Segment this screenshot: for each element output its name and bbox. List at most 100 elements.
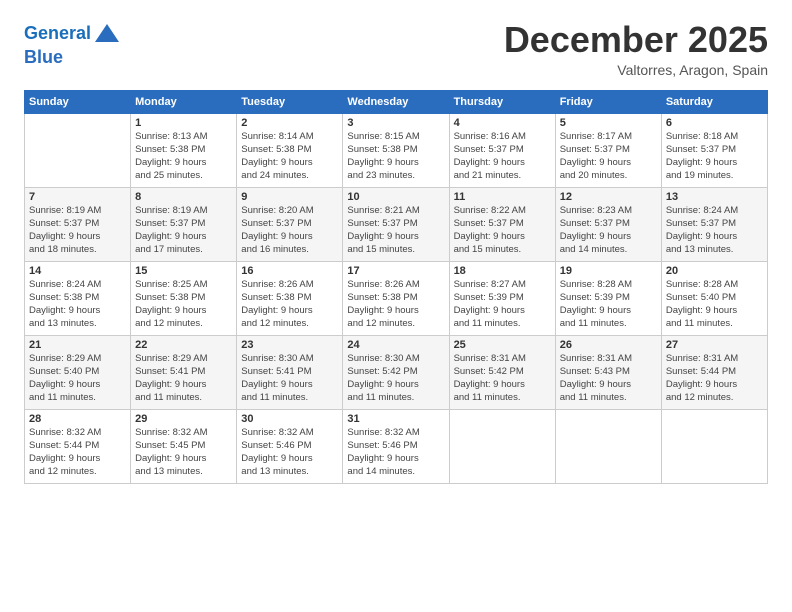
day-number: 10 <box>347 191 444 203</box>
calendar-cell <box>661 409 767 483</box>
calendar-cell: 15Sunrise: 8:25 AMSunset: 5:38 PMDayligh… <box>131 261 237 335</box>
calendar-cell: 24Sunrise: 8:30 AMSunset: 5:42 PMDayligh… <box>343 335 449 409</box>
calendar-cell: 5Sunrise: 8:17 AMSunset: 5:37 PMDaylight… <box>555 113 661 187</box>
page: General Blue December 2025 Valtorres, Ar… <box>0 0 792 612</box>
day-info: Sunrise: 8:15 AMSunset: 5:38 PMDaylight:… <box>347 130 444 183</box>
calendar-cell: 6Sunrise: 8:18 AMSunset: 5:37 PMDaylight… <box>661 113 767 187</box>
calendar-header-saturday: Saturday <box>661 90 767 113</box>
day-number: 23 <box>241 339 338 351</box>
calendar-cell: 21Sunrise: 8:29 AMSunset: 5:40 PMDayligh… <box>25 335 131 409</box>
logo-icon <box>93 20 121 48</box>
calendar-cell: 10Sunrise: 8:21 AMSunset: 5:37 PMDayligh… <box>343 187 449 261</box>
header: General Blue December 2025 Valtorres, Ar… <box>24 20 768 78</box>
day-info: Sunrise: 8:13 AMSunset: 5:38 PMDaylight:… <box>135 130 232 183</box>
calendar-cell: 27Sunrise: 8:31 AMSunset: 5:44 PMDayligh… <box>661 335 767 409</box>
calendar-row-3: 21Sunrise: 8:29 AMSunset: 5:40 PMDayligh… <box>25 335 768 409</box>
day-number: 12 <box>560 191 657 203</box>
day-number: 14 <box>29 265 126 277</box>
day-info: Sunrise: 8:21 AMSunset: 5:37 PMDaylight:… <box>347 204 444 257</box>
calendar-cell: 12Sunrise: 8:23 AMSunset: 5:37 PMDayligh… <box>555 187 661 261</box>
calendar-cell: 8Sunrise: 8:19 AMSunset: 5:37 PMDaylight… <box>131 187 237 261</box>
calendar-cell: 25Sunrise: 8:31 AMSunset: 5:42 PMDayligh… <box>449 335 555 409</box>
day-info: Sunrise: 8:29 AMSunset: 5:40 PMDaylight:… <box>29 352 126 405</box>
day-info: Sunrise: 8:24 AMSunset: 5:38 PMDaylight:… <box>29 278 126 331</box>
calendar-header-row: SundayMondayTuesdayWednesdayThursdayFrid… <box>25 90 768 113</box>
day-info: Sunrise: 8:23 AMSunset: 5:37 PMDaylight:… <box>560 204 657 257</box>
day-info: Sunrise: 8:28 AMSunset: 5:40 PMDaylight:… <box>666 278 763 331</box>
day-number: 24 <box>347 339 444 351</box>
day-info: Sunrise: 8:32 AMSunset: 5:46 PMDaylight:… <box>347 426 444 479</box>
title-block: December 2025 Valtorres, Aragon, Spain <box>504 20 768 78</box>
calendar: SundayMondayTuesdayWednesdayThursdayFrid… <box>24 90 768 484</box>
calendar-cell: 29Sunrise: 8:32 AMSunset: 5:45 PMDayligh… <box>131 409 237 483</box>
calendar-row-0: 1Sunrise: 8:13 AMSunset: 5:38 PMDaylight… <box>25 113 768 187</box>
day-number: 26 <box>560 339 657 351</box>
day-info: Sunrise: 8:32 AMSunset: 5:45 PMDaylight:… <box>135 426 232 479</box>
calendar-cell: 11Sunrise: 8:22 AMSunset: 5:37 PMDayligh… <box>449 187 555 261</box>
day-info: Sunrise: 8:25 AMSunset: 5:38 PMDaylight:… <box>135 278 232 331</box>
location: Valtorres, Aragon, Spain <box>504 62 768 78</box>
day-number: 19 <box>560 265 657 277</box>
day-info: Sunrise: 8:30 AMSunset: 5:42 PMDaylight:… <box>347 352 444 405</box>
day-info: Sunrise: 8:31 AMSunset: 5:42 PMDaylight:… <box>454 352 551 405</box>
day-number: 5 <box>560 117 657 129</box>
calendar-cell: 19Sunrise: 8:28 AMSunset: 5:39 PMDayligh… <box>555 261 661 335</box>
month-title: December 2025 <box>504 20 768 60</box>
calendar-row-1: 7Sunrise: 8:19 AMSunset: 5:37 PMDaylight… <box>25 187 768 261</box>
day-info: Sunrise: 8:22 AMSunset: 5:37 PMDaylight:… <box>454 204 551 257</box>
calendar-row-2: 14Sunrise: 8:24 AMSunset: 5:38 PMDayligh… <box>25 261 768 335</box>
day-info: Sunrise: 8:18 AMSunset: 5:37 PMDaylight:… <box>666 130 763 183</box>
calendar-cell: 1Sunrise: 8:13 AMSunset: 5:38 PMDaylight… <box>131 113 237 187</box>
day-info: Sunrise: 8:29 AMSunset: 5:41 PMDaylight:… <box>135 352 232 405</box>
day-info: Sunrise: 8:27 AMSunset: 5:39 PMDaylight:… <box>454 278 551 331</box>
logo-text: General <box>24 24 91 44</box>
calendar-cell: 22Sunrise: 8:29 AMSunset: 5:41 PMDayligh… <box>131 335 237 409</box>
calendar-cell: 7Sunrise: 8:19 AMSunset: 5:37 PMDaylight… <box>25 187 131 261</box>
day-info: Sunrise: 8:16 AMSunset: 5:37 PMDaylight:… <box>454 130 551 183</box>
logo-blue-text: Blue <box>24 48 121 68</box>
day-info: Sunrise: 8:17 AMSunset: 5:37 PMDaylight:… <box>560 130 657 183</box>
calendar-cell: 31Sunrise: 8:32 AMSunset: 5:46 PMDayligh… <box>343 409 449 483</box>
calendar-header-friday: Friday <box>555 90 661 113</box>
calendar-header-tuesday: Tuesday <box>237 90 343 113</box>
logo: General Blue <box>24 20 121 68</box>
calendar-cell: 4Sunrise: 8:16 AMSunset: 5:37 PMDaylight… <box>449 113 555 187</box>
calendar-cell: 9Sunrise: 8:20 AMSunset: 5:37 PMDaylight… <box>237 187 343 261</box>
calendar-cell <box>25 113 131 187</box>
day-number: 18 <box>454 265 551 277</box>
calendar-header-monday: Monday <box>131 90 237 113</box>
calendar-cell: 14Sunrise: 8:24 AMSunset: 5:38 PMDayligh… <box>25 261 131 335</box>
day-info: Sunrise: 8:28 AMSunset: 5:39 PMDaylight:… <box>560 278 657 331</box>
calendar-header-thursday: Thursday <box>449 90 555 113</box>
day-number: 25 <box>454 339 551 351</box>
day-info: Sunrise: 8:32 AMSunset: 5:46 PMDaylight:… <box>241 426 338 479</box>
day-number: 28 <box>29 413 126 425</box>
day-info: Sunrise: 8:26 AMSunset: 5:38 PMDaylight:… <box>347 278 444 331</box>
day-number: 27 <box>666 339 763 351</box>
calendar-cell: 20Sunrise: 8:28 AMSunset: 5:40 PMDayligh… <box>661 261 767 335</box>
day-number: 22 <box>135 339 232 351</box>
calendar-row-4: 28Sunrise: 8:32 AMSunset: 5:44 PMDayligh… <box>25 409 768 483</box>
day-number: 1 <box>135 117 232 129</box>
day-info: Sunrise: 8:19 AMSunset: 5:37 PMDaylight:… <box>29 204 126 257</box>
day-number: 13 <box>666 191 763 203</box>
day-number: 21 <box>29 339 126 351</box>
day-number: 7 <box>29 191 126 203</box>
day-info: Sunrise: 8:24 AMSunset: 5:37 PMDaylight:… <box>666 204 763 257</box>
calendar-cell: 17Sunrise: 8:26 AMSunset: 5:38 PMDayligh… <box>343 261 449 335</box>
day-info: Sunrise: 8:14 AMSunset: 5:38 PMDaylight:… <box>241 130 338 183</box>
calendar-header-wednesday: Wednesday <box>343 90 449 113</box>
day-number: 31 <box>347 413 444 425</box>
day-info: Sunrise: 8:31 AMSunset: 5:43 PMDaylight:… <box>560 352 657 405</box>
day-info: Sunrise: 8:31 AMSunset: 5:44 PMDaylight:… <box>666 352 763 405</box>
day-number: 3 <box>347 117 444 129</box>
calendar-cell: 13Sunrise: 8:24 AMSunset: 5:37 PMDayligh… <box>661 187 767 261</box>
day-info: Sunrise: 8:19 AMSunset: 5:37 PMDaylight:… <box>135 204 232 257</box>
calendar-cell <box>449 409 555 483</box>
day-number: 2 <box>241 117 338 129</box>
day-number: 8 <box>135 191 232 203</box>
day-number: 4 <box>454 117 551 129</box>
calendar-cell: 28Sunrise: 8:32 AMSunset: 5:44 PMDayligh… <box>25 409 131 483</box>
day-info: Sunrise: 8:30 AMSunset: 5:41 PMDaylight:… <box>241 352 338 405</box>
calendar-cell: 26Sunrise: 8:31 AMSunset: 5:43 PMDayligh… <box>555 335 661 409</box>
